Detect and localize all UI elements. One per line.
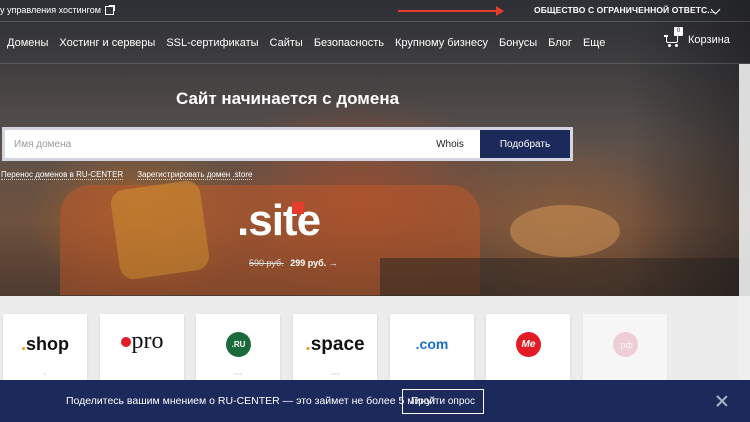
tile-space[interactable]: .space ~~~ [293, 314, 377, 380]
nav-item-domains[interactable]: Домены [7, 37, 48, 49]
nav-item-hosting[interactable]: Хостинг и серверы [59, 37, 155, 49]
scrollbar[interactable] [739, 64, 750, 380]
register-store-link[interactable]: Зарегистрировать домен .store [137, 170, 253, 180]
red-square-icon [292, 202, 304, 214]
hosting-control-label: у управления хостингом [0, 5, 101, 15]
cart-button[interactable]: 0 Корзина [664, 27, 730, 47]
nav-item-blog[interactable]: Блог [548, 37, 572, 49]
hero-headline: Сайт начинается с домена [175, 89, 400, 108]
survey-message: Поделитесь вашим мнением о RU-CENTER — э… [66, 395, 437, 407]
tile-shop[interactable]: .shop ~ [3, 314, 87, 380]
tile-pro-label: pro [131, 328, 164, 354]
transfer-domains-link[interactable]: Перенос доменов в RU-CENTER [1, 170, 124, 180]
tile-space-label: space [310, 334, 365, 355]
tile-me[interactable]: Me [486, 314, 570, 380]
nav-item-more[interactable]: Еще [583, 37, 605, 49]
take-survey-button[interactable]: Пройти опрос [402, 389, 484, 414]
pick-domain-button[interactable]: Подобрать [480, 130, 570, 158]
pro-logo-icon [120, 337, 131, 348]
close-icon[interactable] [716, 395, 728, 407]
cart-icon: 0 [664, 27, 683, 47]
hero-links: Перенос доменов в RU-CENTER Зарегистриро… [1, 170, 253, 180]
domain-zone-tiles: .shop ~ pro .RU ~~~ .space ~~~ .com Me .… [0, 296, 750, 380]
top-bar: у управления хостингом ОБЩЕСТВО С ОГРАНИ… [0, 0, 750, 22]
domain-search-input[interactable] [5, 130, 420, 158]
account-company-name[interactable]: ОБЩЕСТВО С ОГРАНИЧЕННОЙ ОТВЕТС... [534, 5, 715, 15]
new-price: 299 руб. → [290, 258, 338, 268]
ru-logo-icon: .RU [226, 332, 251, 357]
me-logo-icon: Me [516, 332, 541, 357]
tile-pro[interactable]: pro [100, 314, 184, 380]
whois-button[interactable]: Whois [420, 130, 480, 158]
tile-com[interactable]: .com [390, 314, 474, 380]
nav-item-sites[interactable]: Сайты [270, 37, 303, 49]
tile-rf-label: .рф [618, 339, 633, 350]
survey-banner: Поделитесь вашим мнением о RU-CENTER — э… [0, 380, 750, 422]
rf-logo-icon: .рф [613, 332, 638, 357]
site-promo[interactable]: .site 590 руб. 299 руб. → [237, 196, 338, 269]
cart-count-badge: 0 [674, 27, 683, 36]
tile-ru[interactable]: .RU ~~~ [196, 314, 280, 380]
nav-item-ssl[interactable]: SSL-сертификаты [166, 37, 258, 49]
nav-item-security[interactable]: Безопасность [314, 37, 384, 49]
nav-item-enterprise[interactable]: Крупному бизнесу [395, 37, 488, 49]
nav-item-bonuses[interactable]: Бонусы [499, 37, 537, 49]
promo-price: 590 руб. 299 руб. → [249, 258, 338, 268]
arrow-annotation-icon [398, 6, 504, 16]
tile-rf[interactable]: .рф [583, 314, 667, 380]
main-nav: Домены Хостинг и серверы SSL-сертификаты… [0, 22, 750, 64]
domain-search-form: Whois Подобрать [2, 127, 573, 161]
tile-com-label: com [419, 336, 449, 352]
site-zone-logo: .site [237, 196, 321, 245]
cart-label: Корзина [688, 34, 730, 46]
hosting-control-link[interactable]: у управления хостингом [0, 4, 115, 15]
old-price: 590 руб. [249, 258, 284, 268]
external-link-icon [104, 4, 115, 15]
tile-shop-label: shop [26, 334, 69, 354]
tile-ru-label: .RU [231, 340, 246, 349]
tile-me-label: Me [521, 339, 536, 350]
